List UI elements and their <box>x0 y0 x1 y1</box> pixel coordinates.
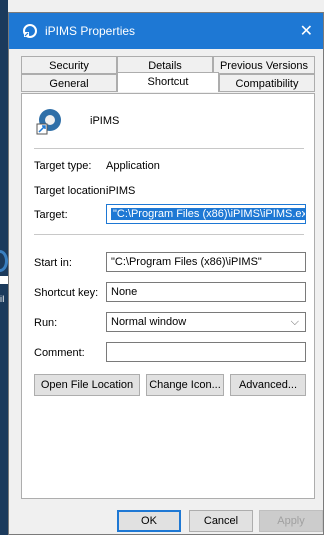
open-file-location-button[interactable]: Open File Location <box>34 374 140 396</box>
advanced-button[interactable]: Advanced... <box>230 374 306 396</box>
shortcut-key-label: Shortcut key: <box>34 287 99 299</box>
run-select-value: Normal window <box>111 316 187 328</box>
separator <box>34 148 304 149</box>
run-select[interactable]: Normal window ⌵ <box>106 312 306 332</box>
chevron-down-icon: ⌵ <box>290 316 299 328</box>
target-location-value: iPIMS <box>106 185 136 197</box>
tab-security[interactable]: Security <box>21 56 117 74</box>
tab-shortcut[interactable]: Shortcut <box>117 72 219 92</box>
target-type-label: Target type: <box>34 160 92 172</box>
comment-label: Comment: <box>34 347 85 359</box>
tab-general[interactable]: General <box>21 74 117 92</box>
close-icon[interactable]: ✕ <box>300 21 313 41</box>
run-label: Run: <box>34 317 58 329</box>
app-name: iPIMS <box>90 115 120 127</box>
target-input-text: "C:\Program Files (x86)\iPIMS\iPIMS.exe" <box>111 208 305 220</box>
target-type-value: Application <box>106 160 160 172</box>
comment-input[interactable] <box>106 342 306 362</box>
separator <box>34 234 304 235</box>
desktop-icon-label: iI <box>0 294 5 304</box>
tab-compatibility[interactable]: Compatibility <box>219 74 315 92</box>
ipims-logo-icon <box>0 250 8 272</box>
ipims-large-icon <box>36 109 61 135</box>
change-icon-button[interactable]: Change Icon... <box>146 374 224 396</box>
target-input[interactable]: "C:\Program Files (x86)\iPIMS\iPIMS.exe" <box>106 204 306 224</box>
apply-button[interactable]: Apply <box>259 510 323 532</box>
start-in-input[interactable]: "C:\Program Files (x86)\iPIMS" <box>106 252 306 272</box>
shortcut-arrow-icon <box>0 276 8 284</box>
shortcut-key-input[interactable]: None <box>106 282 306 302</box>
tab-previous-versions[interactable]: Previous Versions <box>213 56 315 74</box>
properties-window: iPIMS Properties ✕ Security Details Prev… <box>8 12 324 535</box>
window-title: iPIMS Properties <box>45 24 136 38</box>
title-bar[interactable]: iPIMS Properties ✕ <box>9 13 323 49</box>
shortcut-panel: iPIMS Target type: Application Target lo… <box>21 93 315 499</box>
cancel-button[interactable]: Cancel <box>189 510 253 532</box>
desktop-shortcut-icon[interactable]: iI <box>0 250 8 304</box>
ok-button[interactable]: OK <box>117 510 181 532</box>
target-label: Target: <box>34 209 68 221</box>
tab-strip: Security Details Previous Versions Gener… <box>21 56 315 94</box>
target-location-label: Target location: <box>34 185 109 197</box>
start-in-label: Start in: <box>34 257 72 269</box>
ipims-app-icon <box>23 24 37 38</box>
